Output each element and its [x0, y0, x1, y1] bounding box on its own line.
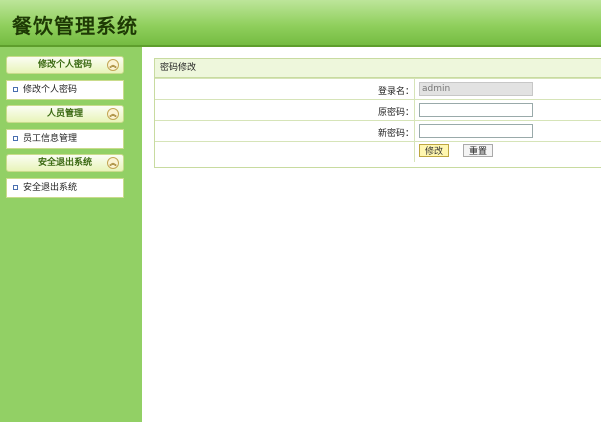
chevron-up-icon[interactable]: ︽	[107, 59, 119, 71]
username-label: 登录名：	[377, 87, 414, 97]
old-password-label: 原密码：	[377, 108, 414, 118]
sidebar-item-employee-management[interactable]: 员工信息管理	[6, 129, 124, 149]
sidebar-section-title: 人员管理	[46, 109, 83, 119]
sidebar-section-staff[interactable]: 人员管理 ︽	[6, 105, 124, 123]
sidebar-section-logout[interactable]: 安全退出系统 ︽	[6, 154, 124, 172]
new-password-field[interactable]	[419, 124, 533, 138]
form-title: 密码修改	[155, 59, 601, 78]
column-divider	[414, 100, 415, 120]
sidebar-item-label: 安全退出系统	[23, 183, 78, 193]
password-form-panel: 密码修改 登录名： 原密码： 新密码： 修改 重置	[154, 58, 601, 168]
actions-row: 修改 重置	[155, 141, 601, 162]
sidebar-section-password[interactable]: 修改个人密码 ︽	[6, 56, 124, 74]
username-row: 登录名：	[155, 78, 601, 99]
square-bullet-icon	[13, 184, 18, 190]
sidebar-item-label: 修改个人密码	[23, 85, 78, 95]
square-bullet-icon	[13, 135, 18, 141]
sidebar-item-logout[interactable]: 安全退出系统	[6, 178, 124, 198]
app-title: 餐饮管理系统	[12, 14, 138, 38]
chevron-up-icon[interactable]: ︽	[107, 157, 119, 169]
column-divider	[414, 142, 415, 162]
header: 餐饮管理系统	[0, 0, 601, 47]
sidebar-item-change-password[interactable]: 修改个人密码	[6, 80, 124, 100]
column-divider	[414, 121, 415, 141]
submit-button[interactable]: 修改	[419, 144, 450, 157]
chevron-up-icon[interactable]: ︽	[107, 108, 119, 120]
sidebar: 修改个人密码 ︽ 修改个人密码 人员管理 ︽ 员工信息管理 安全退出系统 ︽ 安…	[0, 47, 142, 422]
sidebar-section-title: 修改个人密码	[37, 60, 92, 70]
new-password-row: 新密码：	[155, 120, 601, 141]
reset-button[interactable]: 重置	[463, 144, 494, 157]
new-password-label: 新密码：	[377, 129, 414, 139]
column-divider	[414, 79, 415, 99]
sidebar-item-label: 员工信息管理	[23, 134, 78, 144]
old-password-field[interactable]	[419, 103, 533, 117]
sidebar-section-title: 安全退出系统	[37, 158, 92, 168]
square-bullet-icon	[13, 86, 18, 92]
old-password-row: 原密码：	[155, 99, 601, 120]
username-field	[419, 82, 533, 96]
